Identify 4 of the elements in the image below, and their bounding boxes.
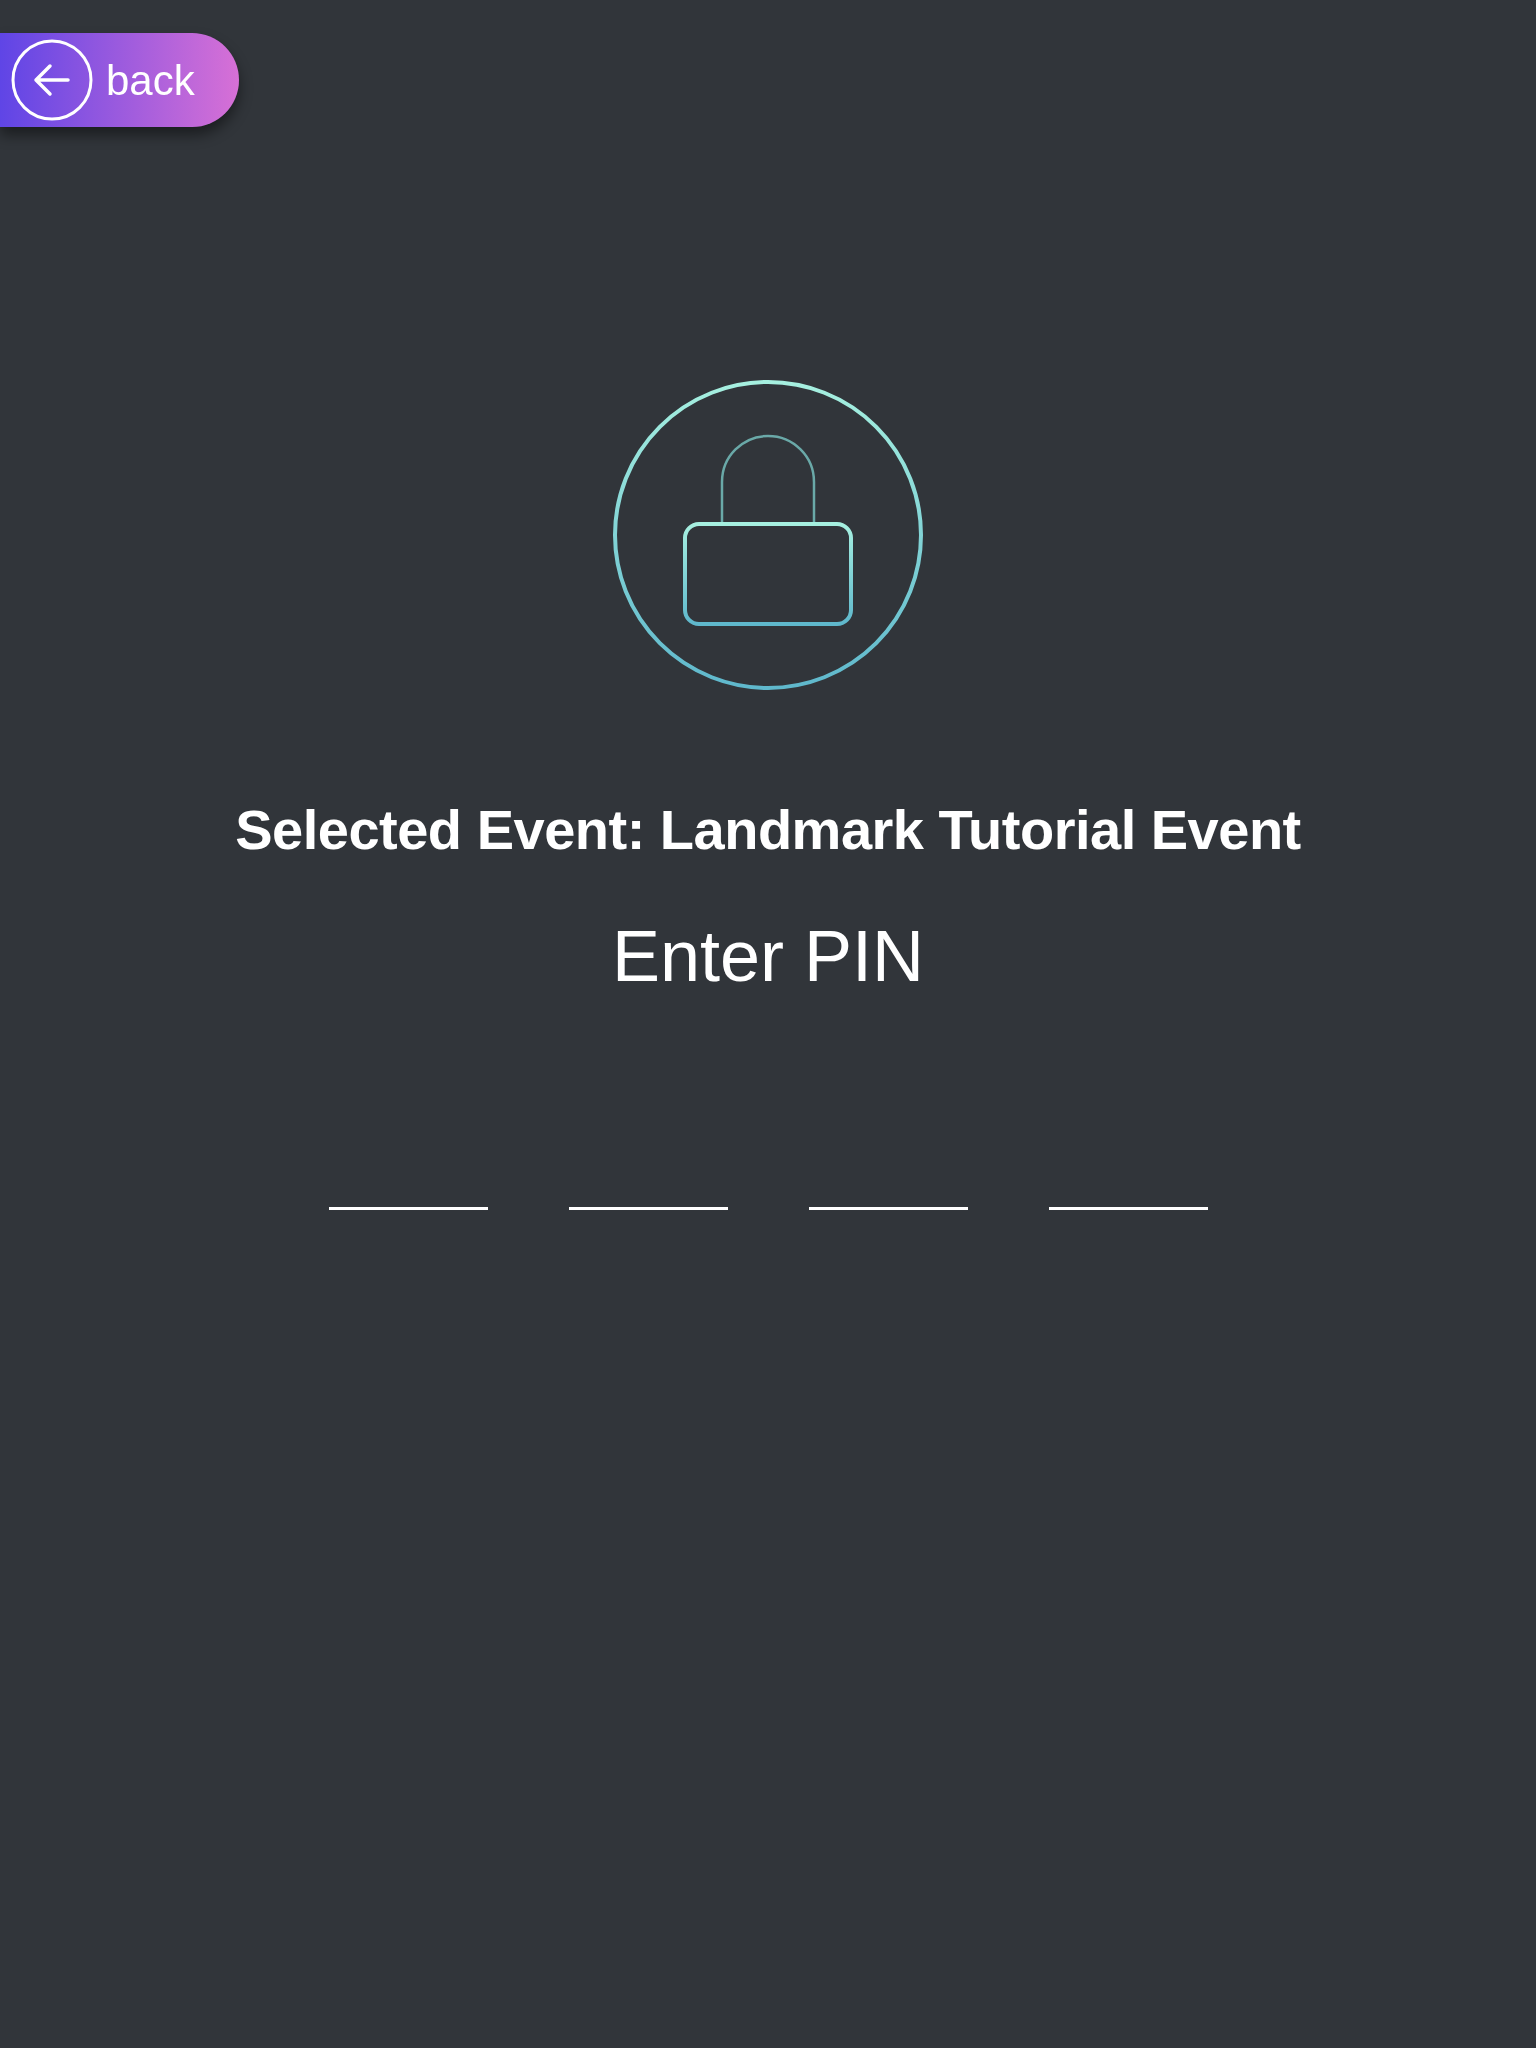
event-title: Selected Event: Landmark Tutorial Event [235,798,1301,861]
lock-icon [612,379,924,691]
pin-prompt: Enter PIN [611,916,925,996]
back-button[interactable]: back [0,33,239,127]
